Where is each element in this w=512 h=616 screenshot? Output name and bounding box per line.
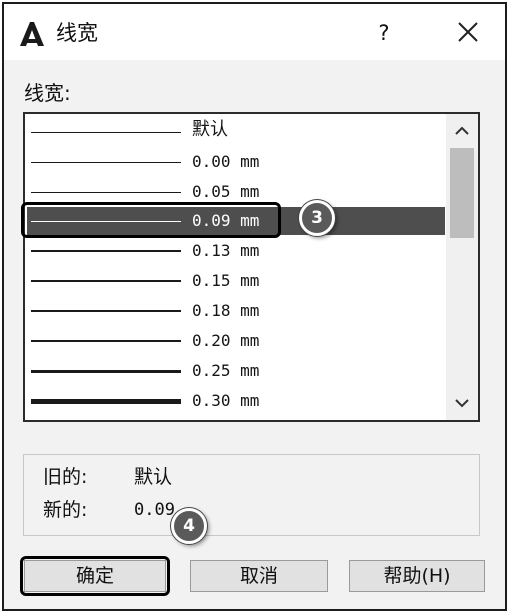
- lineweight-sample: [31, 280, 181, 282]
- lineweight-sample: [31, 340, 181, 342]
- title-bar: 线宽 ?: [4, 4, 505, 60]
- lineweight-item[interactable]: 0.30 mm: [27, 387, 445, 415]
- dialog-title: 线宽: [56, 21, 98, 45]
- close-icon: [458, 22, 478, 42]
- lineweight-sample: [31, 370, 181, 373]
- lineweight-value: 0.15 mm: [192, 271, 260, 290]
- lineweight-value: 0.13 mm: [192, 241, 260, 260]
- ok-highlight-box: [20, 556, 170, 596]
- lineweight-value: 0.05 mm: [192, 182, 260, 201]
- close-button[interactable]: [445, 14, 489, 52]
- old-lineweight-value: 默认: [134, 466, 173, 488]
- scroll-up-button[interactable]: [446, 116, 478, 146]
- cancel-button[interactable]: 取消: [190, 560, 328, 592]
- new-lineweight-label: 新的:: [43, 499, 88, 521]
- lineweight-value: 0.20 mm: [192, 331, 260, 350]
- selection-highlight-box: [21, 202, 281, 238]
- lineweight-item[interactable]: 0.25 mm: [27, 357, 445, 385]
- lineweight-value: 默认: [192, 119, 228, 140]
- step-3-callout: 3: [299, 200, 335, 236]
- lineweight-sample: [31, 250, 181, 252]
- lineweight-sample: [31, 310, 181, 312]
- lineweight-info-panel: 旧的: 默认 新的: 0.09: [23, 454, 480, 536]
- lineweight-sample: [31, 399, 181, 404]
- chevron-up-icon: [455, 126, 469, 135]
- lineweight-item[interactable]: 0.00 mm: [27, 148, 445, 176]
- lineweight-sample: [31, 192, 181, 193]
- autocad-logo-icon: [18, 21, 46, 47]
- lineweight-item[interactable]: 0.13 mm: [27, 237, 445, 265]
- lineweight-value: 0.30 mm: [192, 391, 260, 410]
- old-lineweight-label: 旧的:: [43, 466, 88, 488]
- help-question-button[interactable]: ?: [364, 14, 404, 52]
- lineweight-value: 0.00 mm: [192, 152, 260, 171]
- scrollbar-thumb[interactable]: [450, 148, 474, 238]
- step-4-callout: 4: [171, 508, 207, 544]
- lineweight-sample: [31, 162, 181, 163]
- lineweight-item[interactable]: 0.15 mm: [27, 267, 445, 295]
- lineweight-item[interactable]: 0.20 mm: [27, 327, 445, 355]
- vertical-scrollbar[interactable]: [446, 114, 478, 420]
- chevron-down-icon: [455, 399, 469, 408]
- help-button[interactable]: 帮助(H): [349, 560, 485, 592]
- lineweight-item[interactable]: 默认: [27, 118, 445, 146]
- lineweights-label: 线宽:: [24, 81, 71, 105]
- lineweight-sample: [31, 132, 181, 133]
- lineweight-dialog: 线宽 ? 线宽: 默认 0.00 mm 0.05 mm 0.09 mm 0.13…: [2, 2, 507, 611]
- lineweight-value: 0.18 mm: [192, 301, 260, 320]
- lineweight-item[interactable]: 0.18 mm: [27, 297, 445, 325]
- new-lineweight-value: 0.09: [134, 500, 175, 520]
- scroll-down-button[interactable]: [446, 388, 478, 418]
- lineweight-listbox[interactable]: 默认 0.00 mm 0.05 mm 0.09 mm 0.13 mm 0.15 …: [23, 112, 480, 422]
- lineweight-value: 0.25 mm: [192, 361, 260, 380]
